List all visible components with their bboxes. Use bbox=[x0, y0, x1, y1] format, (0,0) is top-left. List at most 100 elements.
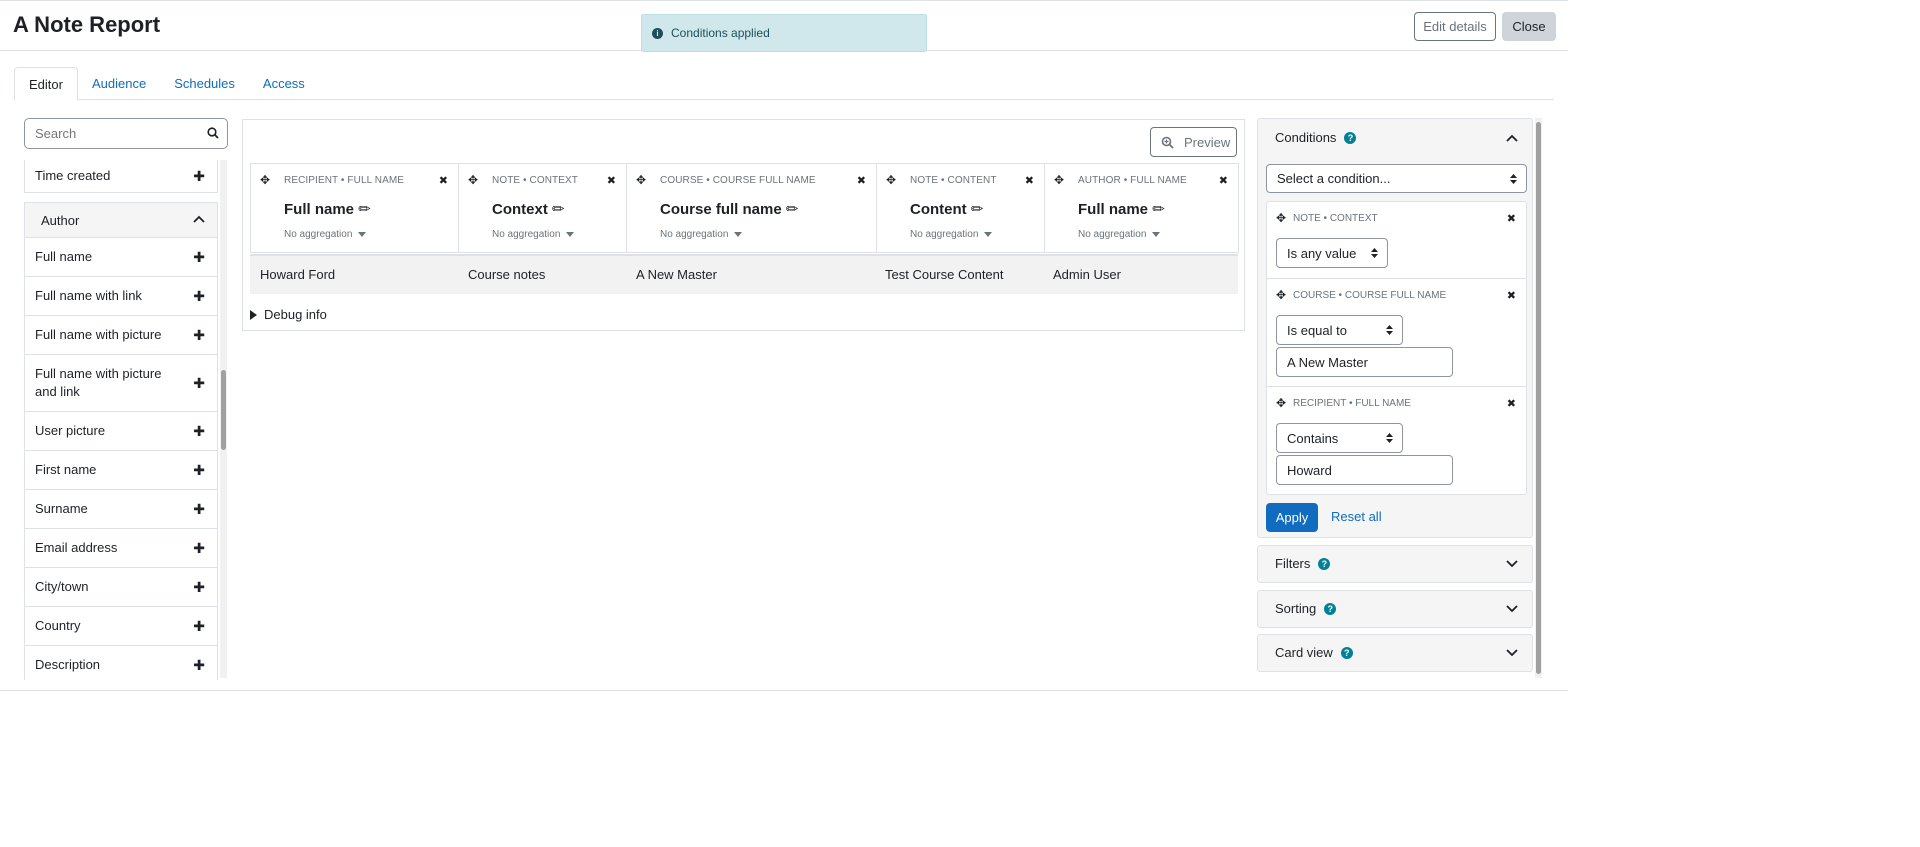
add-icon[interactable]: ✚ bbox=[193, 579, 205, 596]
aggregation-dropdown[interactable]: No aggregation bbox=[284, 229, 367, 240]
conditions-header[interactable]: Conditions ? bbox=[1275, 130, 1357, 145]
remove-column-icon[interactable]: ✖ bbox=[1219, 174, 1228, 187]
remove-column-icon[interactable]: ✖ bbox=[439, 174, 448, 187]
column-header[interactable]: ✥ AUTHOR • FULL NAME ✖ Full name ✏ No ag… bbox=[1044, 163, 1239, 253]
add-icon[interactable]: ✚ bbox=[193, 288, 205, 305]
tab-access[interactable]: Access bbox=[249, 67, 319, 100]
sorting-header[interactable]: Sorting ? bbox=[1275, 601, 1337, 616]
tab-audience[interactable]: Audience bbox=[78, 67, 160, 100]
column-name[interactable]: Full name ✏ bbox=[284, 200, 371, 218]
operator-select[interactable]: Contains bbox=[1276, 423, 1403, 453]
move-icon[interactable]: ✥ bbox=[1054, 173, 1064, 187]
column-name[interactable]: Content ✏ bbox=[910, 200, 983, 218]
add-icon[interactable]: ✚ bbox=[193, 375, 205, 392]
sidebar-item-full-name[interactable]: Full name ✚ bbox=[24, 238, 218, 277]
remove-condition-icon[interactable]: ✖ bbox=[1507, 289, 1516, 302]
filters-card[interactable]: Filters ? bbox=[1257, 545, 1533, 583]
close-button[interactable]: Close bbox=[1502, 12, 1556, 41]
column-header[interactable]: ✥ NOTE • CONTEXT ✖ Context ✏ No aggregat… bbox=[458, 163, 626, 253]
add-icon[interactable]: ✚ bbox=[193, 501, 205, 518]
search-input[interactable] bbox=[35, 126, 205, 141]
sidebar-item-description[interactable]: Description ✚ bbox=[24, 646, 218, 680]
debug-info-toggle[interactable]: Debug info bbox=[250, 307, 327, 322]
remove-condition-icon[interactable]: ✖ bbox=[1507, 397, 1516, 410]
column-header[interactable]: ✥ RECIPIENT • FULL NAME ✖ Full name ✏ No… bbox=[250, 163, 458, 253]
sidebar-item-surname[interactable]: Surname ✚ bbox=[24, 490, 218, 529]
column-header[interactable]: ✥ COURSE • COURSE FULL NAME ✖ Course ful… bbox=[626, 163, 876, 253]
add-icon[interactable]: ✚ bbox=[193, 168, 205, 185]
add-icon[interactable]: ✚ bbox=[193, 618, 205, 635]
panel-scrollbar[interactable] bbox=[1536, 122, 1541, 674]
chevron-down-icon[interactable] bbox=[1506, 605, 1518, 613]
sidebar-item-full-name-link[interactable]: Full name with link ✚ bbox=[24, 277, 218, 316]
help-icon[interactable]: ? bbox=[1340, 646, 1353, 659]
operator-label: Is equal to bbox=[1287, 322, 1347, 338]
help-icon[interactable]: ? bbox=[1324, 602, 1337, 615]
pencil-icon[interactable]: ✏ bbox=[552, 201, 565, 218]
remove-column-icon[interactable]: ✖ bbox=[1025, 174, 1034, 187]
aggregation-dropdown[interactable]: No aggregation bbox=[660, 229, 743, 240]
sidebar-group-author[interactable]: Author bbox=[24, 202, 218, 238]
chevron-up-icon[interactable] bbox=[1506, 134, 1518, 142]
column-name[interactable]: Context ✏ bbox=[492, 200, 565, 218]
add-icon[interactable]: ✚ bbox=[193, 462, 205, 479]
add-icon[interactable]: ✚ bbox=[193, 327, 205, 344]
column-name[interactable]: Course full name ✏ bbox=[660, 200, 798, 218]
sidebar-item-country[interactable]: Country ✚ bbox=[24, 607, 218, 646]
apply-button[interactable]: Apply bbox=[1266, 503, 1318, 532]
move-icon[interactable]: ✥ bbox=[1276, 211, 1286, 225]
aggregation-dropdown[interactable]: No aggregation bbox=[492, 229, 575, 240]
column-name[interactable]: Full name ✏ bbox=[1078, 200, 1165, 218]
preview-button[interactable]: Preview bbox=[1150, 127, 1237, 157]
column-header[interactable]: ✥ NOTE • CONTENT ✖ Content ✏ No aggregat… bbox=[876, 163, 1044, 253]
move-icon[interactable]: ✥ bbox=[468, 173, 478, 187]
move-icon[interactable]: ✥ bbox=[260, 173, 270, 187]
card-view-card[interactable]: Card view ? bbox=[1257, 634, 1533, 672]
remove-condition-icon[interactable]: ✖ bbox=[1507, 212, 1516, 225]
edit-details-button[interactable]: Edit details bbox=[1414, 12, 1496, 41]
filters-header[interactable]: Filters ? bbox=[1275, 556, 1331, 571]
sidebar-item-first-name[interactable]: First name ✚ bbox=[24, 451, 218, 490]
card-view-header[interactable]: Card view ? bbox=[1275, 645, 1353, 660]
select-condition-dropdown[interactable]: Select a condition... bbox=[1266, 164, 1527, 193]
sidebar-scrollbar[interactable] bbox=[221, 370, 226, 450]
add-icon[interactable]: ✚ bbox=[193, 249, 205, 266]
sidebar-item-full-name-picture-link[interactable]: Full name with picture and link ✚ bbox=[24, 355, 218, 412]
sidebar-item-city[interactable]: City/town ✚ bbox=[24, 568, 218, 607]
operator-select[interactable]: Is equal to bbox=[1276, 315, 1403, 345]
sidebar-item-full-name-picture[interactable]: Full name with picture ✚ bbox=[24, 316, 218, 355]
sorting-card[interactable]: Sorting ? bbox=[1257, 590, 1533, 628]
sidebar-item-email[interactable]: Email address ✚ bbox=[24, 529, 218, 568]
aggregation-dropdown[interactable]: No aggregation bbox=[1078, 229, 1161, 240]
page-title: A Note Report bbox=[13, 12, 161, 37]
move-icon[interactable]: ✥ bbox=[886, 173, 896, 187]
move-icon[interactable]: ✥ bbox=[1276, 288, 1286, 302]
add-icon[interactable]: ✚ bbox=[193, 657, 205, 674]
chevron-up-icon[interactable] bbox=[193, 215, 205, 223]
reset-all-link[interactable]: Reset all bbox=[1331, 509, 1382, 524]
chevron-down-icon[interactable] bbox=[1506, 560, 1518, 568]
pencil-icon[interactable]: ✏ bbox=[786, 201, 799, 218]
sidebar-item-user-picture[interactable]: User picture ✚ bbox=[24, 412, 218, 451]
add-icon[interactable]: ✚ bbox=[193, 423, 205, 440]
help-icon[interactable]: ? bbox=[1344, 131, 1357, 144]
tab-editor[interactable]: Editor bbox=[14, 67, 78, 101]
condition-value-input[interactable]: Howard bbox=[1276, 455, 1453, 485]
pencil-icon[interactable]: ✏ bbox=[971, 201, 984, 218]
help-icon[interactable]: ? bbox=[1318, 557, 1331, 570]
move-icon[interactable]: ✥ bbox=[1276, 396, 1286, 410]
chevron-down-icon[interactable] bbox=[1506, 649, 1518, 657]
aggregation-dropdown[interactable]: No aggregation bbox=[910, 229, 993, 240]
tab-schedules[interactable]: Schedules bbox=[160, 67, 249, 100]
add-icon[interactable]: ✚ bbox=[193, 540, 205, 557]
sidebar-item-time-created[interactable]: Time created ✚ bbox=[24, 160, 218, 193]
search-icon[interactable] bbox=[207, 127, 219, 139]
remove-column-icon[interactable]: ✖ bbox=[607, 174, 616, 187]
condition-value-input[interactable]: A New Master bbox=[1276, 347, 1453, 377]
operator-select[interactable]: Is any value bbox=[1276, 238, 1388, 268]
aggregation-label: No aggregation bbox=[1078, 229, 1147, 240]
pencil-icon[interactable]: ✏ bbox=[358, 201, 371, 218]
move-icon[interactable]: ✥ bbox=[636, 173, 646, 187]
pencil-icon[interactable]: ✏ bbox=[1152, 201, 1165, 218]
remove-column-icon[interactable]: ✖ bbox=[857, 174, 866, 187]
